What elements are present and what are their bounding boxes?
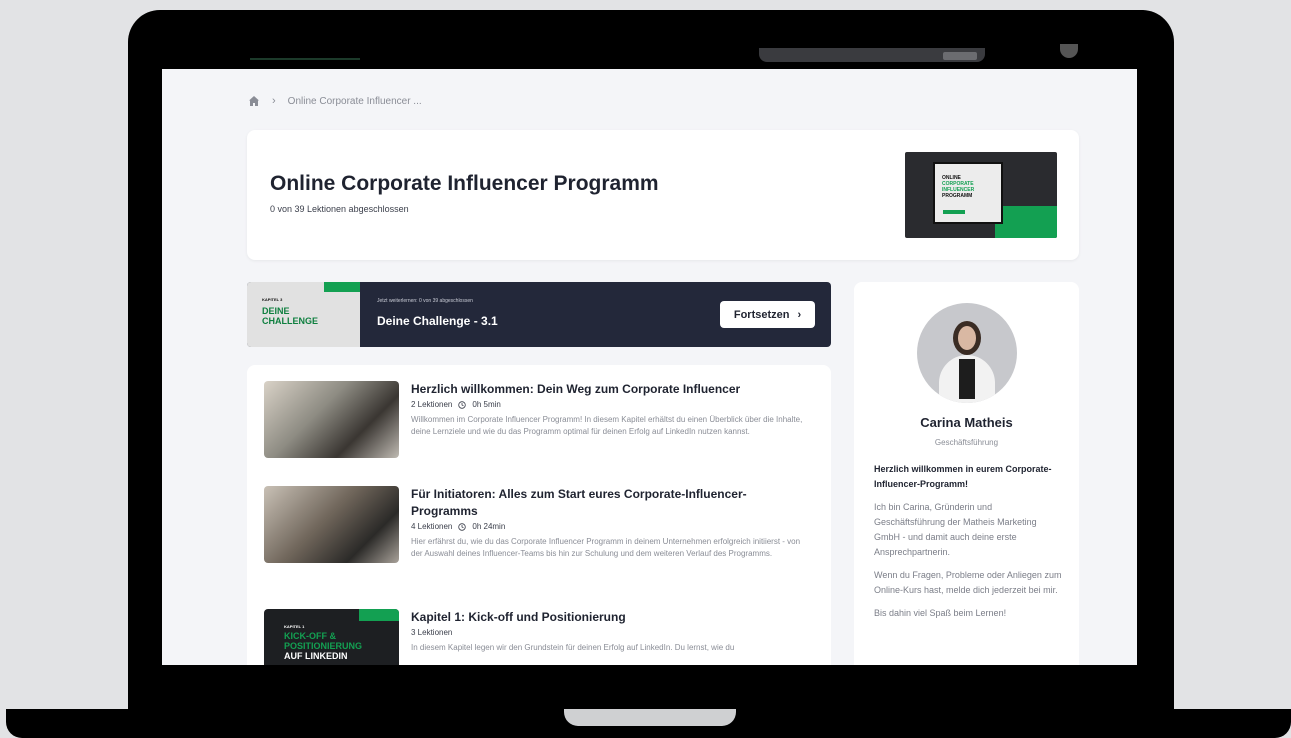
chapter-description: In diesem Kapitel legen wir den Grundste… <box>411 643 735 652</box>
clock-icon <box>458 400 467 409</box>
user-avatar[interactable] <box>1060 44 1078 58</box>
instructor-avatar <box>917 303 1017 403</box>
chapter-thumbnail <box>264 486 399 563</box>
thumb-accent <box>995 206 1057 238</box>
laptop-notch <box>564 709 736 726</box>
course-progress: 0 von 39 Lektionen abgeschlossen <box>270 204 409 214</box>
brand-logo[interactable] <box>250 50 360 60</box>
app-screen: › Online Corporate Influencer ... Online… <box>162 44 1137 665</box>
chapter-thumbnail: KAPITEL 1 KICK-OFF & POSITIONIERUNG AUF … <box>264 609 399 665</box>
instructor-paragraph: Bis dahin viel Spaß beim Lernen! <box>874 608 1007 618</box>
chapter-thumbnail <box>264 381 399 458</box>
chapter-info: 4 Lektionen 0h 24min <box>411 522 506 531</box>
continue-meta: Jetzt weiterlernen: 0 von 39 abgeschloss… <box>377 298 473 304</box>
top-navigation <box>162 44 1137 69</box>
chapter-title[interactable]: Für Initiatoren: Alles zum Start eures C… <box>411 486 811 520</box>
thumb-text: ONLINE CORPORATE INFLUENCER PROGRAMM <box>942 175 975 199</box>
continue-title: Deine Challenge - 3.1 <box>377 314 498 328</box>
instructor-role: Geschäftsführung <box>934 438 999 447</box>
continue-banner[interactable]: KAPITEL 3 DEINE CHALLENGE Jetzt weiterle… <box>247 282 831 347</box>
search-bar[interactable] <box>759 48 985 62</box>
continue-button[interactable]: Fortsetzen › <box>720 301 815 328</box>
instructor-paragraph: Wenn du Fragen, Probleme oder Anliegen z… <box>874 570 1062 595</box>
chapter-title[interactable]: Kapitel 1: Kick-off und Positionierung <box>411 609 811 626</box>
chapter-info: 2 Lektionen 0h 5min <box>411 400 501 409</box>
chapter-info: 3 Lektionen <box>411 628 453 637</box>
chevron-right-icon: › <box>272 95 276 107</box>
thumb-button <box>943 210 965 214</box>
course-header: Online Corporate Influencer Programm 0 v… <box>247 130 1079 260</box>
instructor-greeting: Herzlich willkommen in eurem Corporate-I… <box>874 464 1052 489</box>
chapter-list: Herzlich willkommen: Dein Weg zum Corpor… <box>247 365 831 665</box>
breadcrumb-current[interactable]: Online Corporate Influencer ... <box>288 96 422 107</box>
instructor-paragraph: Ich bin Carina, Gründerin und Geschäftsf… <box>874 502 1037 557</box>
instructor-message: Herzlich willkommen in eurem Corporate-I… <box>874 462 1064 629</box>
instructor-card: Carina Matheis Geschäftsführung Herzlich… <box>854 282 1079 665</box>
chevron-right-icon: › <box>797 308 802 321</box>
instructor-name: Carina Matheis <box>920 415 1013 430</box>
course-thumbnail: ONLINE CORPORATE INFLUENCER PROGRAMM <box>905 152 1057 238</box>
home-icon[interactable] <box>248 95 260 107</box>
chapter-description: Willkommen im Corporate Influencer Progr… <box>411 415 803 436</box>
clock-icon <box>458 522 467 531</box>
breadcrumb: › Online Corporate Influencer ... <box>248 95 422 107</box>
chapter-description: Hier erfährst du, wie du das Corporate I… <box>411 537 801 558</box>
continue-thumbnail: KAPITEL 3 DEINE CHALLENGE <box>247 282 360 347</box>
chapter-title[interactable]: Herzlich willkommen: Dein Weg zum Corpor… <box>411 381 811 398</box>
course-title: Online Corporate Influencer Programm <box>270 172 659 195</box>
